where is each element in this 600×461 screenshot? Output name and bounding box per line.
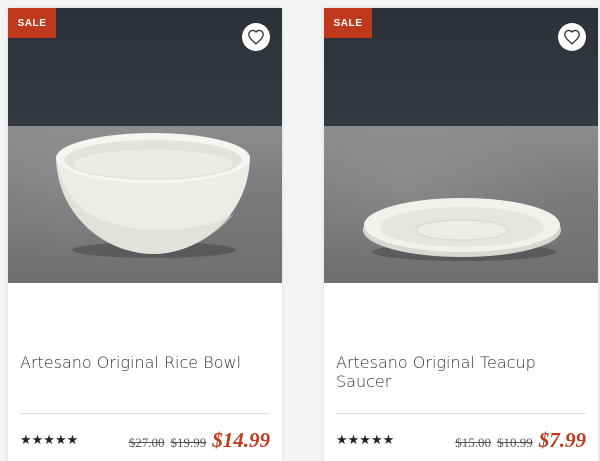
product-image[interactable]: SALE: [324, 8, 598, 283]
price-group: $27.00 $19.99 $14.99: [129, 428, 270, 453]
heart-icon: [564, 29, 580, 45]
wishlist-button[interactable]: [242, 23, 270, 51]
heart-icon: [248, 29, 264, 45]
original-price: $27.00: [128, 435, 165, 450]
sale-price: $14.99: [212, 428, 270, 452]
teacup-saucer-image: [363, 198, 561, 261]
product-name[interactable]: Artesano Original Rice Bowl: [20, 353, 270, 372]
product-image[interactable]: SALE: [8, 8, 282, 283]
sale-badge: SALE: [8, 8, 56, 38]
previous-price: $10.99: [497, 435, 533, 450]
product-grid: SALE Artesano Original Rice Bowl ★★★★★ $…: [0, 0, 600, 461]
product-card[interactable]: SALE Artesano Original Rice Bowl ★★★★★ $…: [8, 8, 282, 461]
sale-price: $7.99: [538, 428, 586, 452]
rating-stars: ★★★★★: [20, 432, 79, 447]
wishlist-button[interactable]: [558, 23, 586, 51]
sale-badge: SALE: [324, 8, 372, 38]
product-name[interactable]: Artesano Original Teacup Saucer: [336, 353, 586, 391]
product-card[interactable]: SALE Artesano Original Teacup Saucer ★★★…: [324, 8, 598, 461]
price-group: $15.00 $10.99 $7.99: [455, 428, 586, 453]
divider: [336, 413, 586, 414]
previous-price: $19.99: [170, 435, 207, 450]
divider: [20, 413, 270, 414]
original-price: $15.00: [455, 435, 491, 450]
rice-bowl-image: [56, 133, 250, 258]
rating-stars: ★★★★★: [336, 432, 395, 447]
